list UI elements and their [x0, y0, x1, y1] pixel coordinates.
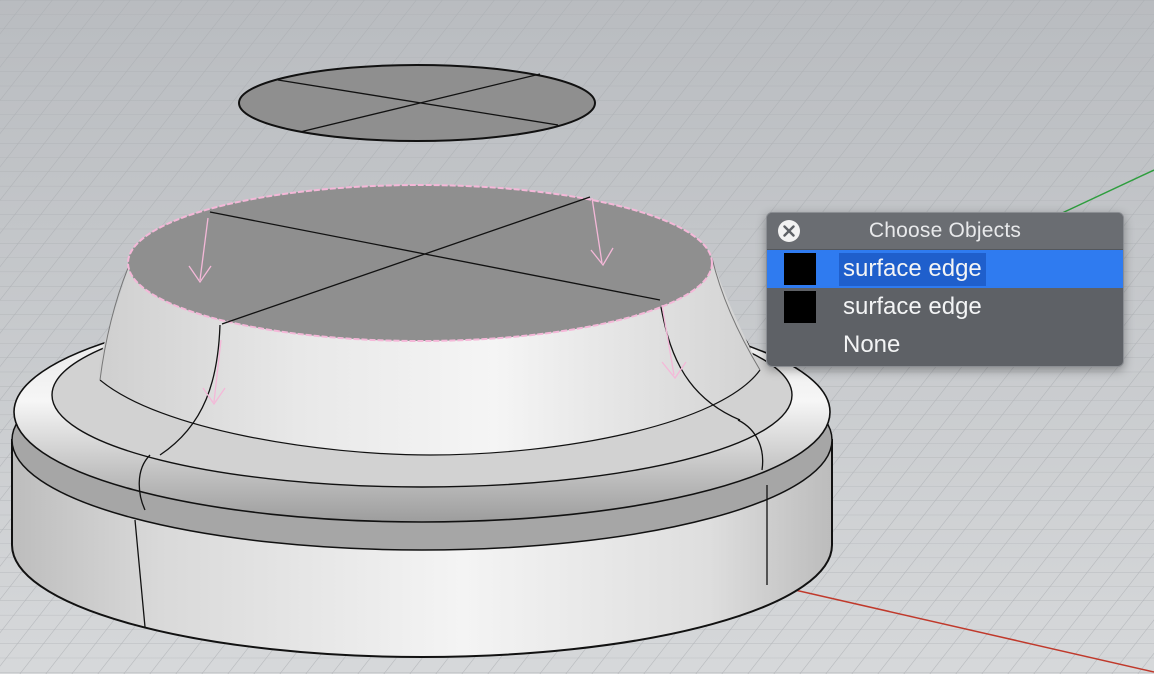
list-item-surface-edge-2[interactable]: surface edge [767, 288, 1123, 326]
fillet-body[interactable] [99, 184, 761, 456]
list-item-surface-edge-1[interactable]: surface edge [767, 250, 1123, 288]
popup-header: Choose Objects [767, 213, 1123, 250]
choose-objects-popup: Choose Objects surface edge surface edge… [766, 212, 1124, 367]
color-swatch [784, 291, 816, 323]
floating-disc[interactable] [238, 64, 596, 142]
list-item-label: None [843, 330, 901, 358]
color-swatch [784, 253, 816, 285]
list-item-none[interactable]: None [767, 326, 1123, 364]
list-item-label: surface edge [839, 252, 986, 286]
list-item-label: surface edge [843, 292, 982, 320]
object-list: surface edge surface edge None [767, 250, 1123, 364]
close-circle-icon[interactable] [778, 220, 800, 242]
popup-title: Choose Objects [868, 219, 1022, 242]
